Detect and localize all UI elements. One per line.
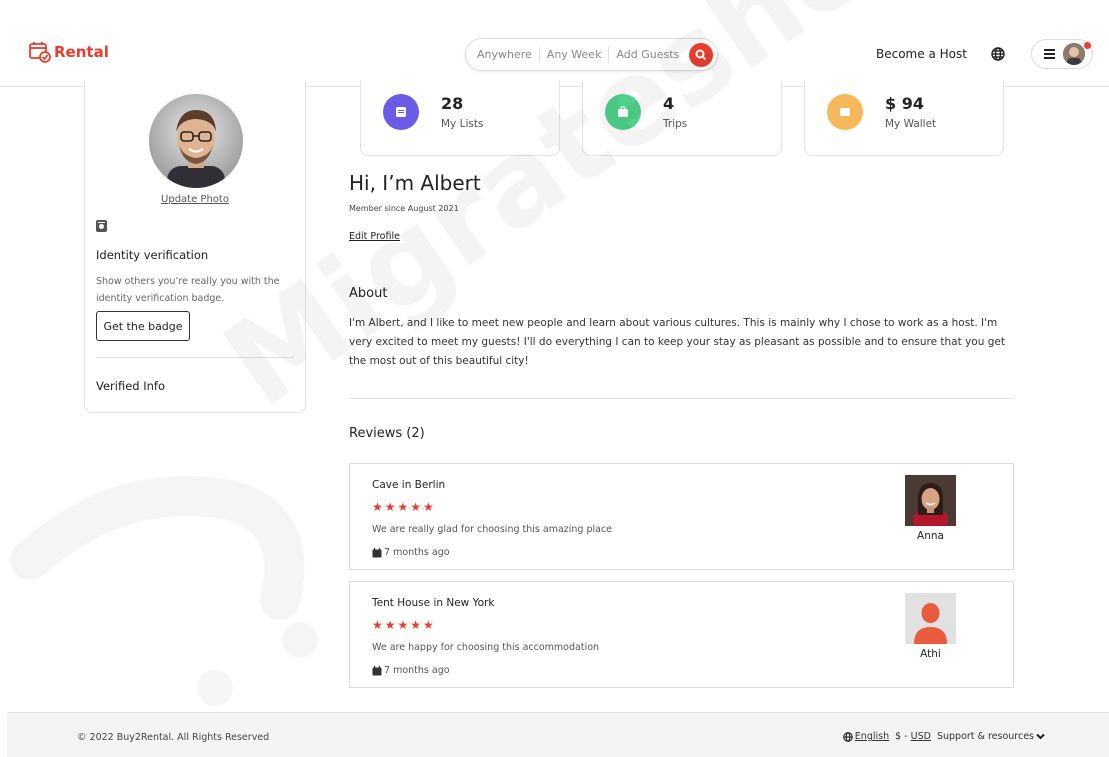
stat-card-lists[interactable]: 28 My Lists	[360, 80, 560, 156]
copyright: © 2022 Buy2Rental. All Rights Reserved	[77, 732, 270, 743]
support-resources-link[interactable]: Support & resources	[937, 731, 1045, 742]
currency-selector[interactable]: $ - USD	[895, 731, 931, 742]
calendar-icon	[372, 665, 382, 675]
update-photo-link[interactable]: Update Photo	[85, 194, 305, 205]
calendar-check-icon	[29, 42, 51, 63]
currency-symbol: $ -	[895, 731, 908, 742]
identity-verification-title: Identity verification	[96, 248, 209, 262]
divider	[349, 398, 1014, 399]
review-place[interactable]: Cave in Berlin	[372, 479, 445, 491]
stat-value-lists: 28	[441, 94, 464, 113]
stat-card-trips[interactable]: 4 Trips	[582, 80, 782, 156]
stat-card-wallet[interactable]: $ 94 My Wallet	[804, 80, 1004, 156]
review-text: We are happy for choosing this accommoda…	[372, 642, 600, 653]
profile-sidebar: Update Photo Identity verification Show …	[84, 80, 306, 413]
search-bar[interactable]: Anywhere Any Week Add Guests	[465, 38, 718, 71]
reviews-title: Reviews (2)	[349, 426, 425, 441]
identity-verification-desc: Show others you’re really you with the i…	[96, 276, 280, 304]
default-user-icon	[905, 593, 956, 644]
language-label: English	[854, 731, 890, 742]
divider	[96, 357, 294, 358]
review-text: We are really glad for choosing this ama…	[372, 524, 613, 535]
profile-photo	[149, 94, 243, 188]
search-icon	[695, 49, 707, 61]
footer: © 2022 Buy2Rental. All Rights Reserved E…	[7, 712, 1109, 757]
wallet-icon	[827, 94, 863, 130]
support-label: Support & resources	[936, 731, 1034, 742]
verified-info-title: Verified Info	[96, 379, 166, 393]
top-navbar: Rental Anywhere Any Week Add Guests Beco…	[0, 0, 1109, 87]
search-location[interactable]: Anywhere	[477, 46, 540, 63]
review-time-text: 7 months ago	[384, 665, 450, 676]
globe-icon	[842, 731, 853, 742]
review-time: 7 months ago	[372, 547, 450, 558]
star-rating: ★★★★★	[372, 500, 436, 514]
shield-icon	[96, 220, 107, 235]
user-menu-button[interactable]	[1031, 39, 1093, 69]
stat-label-lists: My Lists	[441, 118, 484, 130]
become-host-link[interactable]: Become a Host	[876, 47, 967, 61]
stat-label-trips: Trips	[663, 118, 688, 130]
member-since: Member since August 2021	[349, 204, 459, 213]
hamburger-icon	[1044, 49, 1055, 59]
review-place[interactable]: Tent House in New York	[372, 597, 494, 609]
list-icon	[383, 94, 419, 130]
reviewer-name: Anna	[917, 530, 944, 542]
search-guests[interactable]: Add Guests	[609, 47, 686, 63]
review-card: Tent House in New York ★★★★★ We are happ…	[349, 581, 1014, 688]
review-card: Cave in Berlin ★★★★★ We are really glad …	[349, 463, 1014, 570]
stat-value-wallet: $ 94	[885, 94, 924, 113]
page-title: Hi, I’m Albert	[349, 171, 481, 195]
get-badge-button[interactable]: Get the badge	[96, 311, 190, 341]
footer-links: English $ - USD Support & resources	[842, 731, 1045, 742]
reviewer-photo	[905, 475, 956, 526]
search-week[interactable]: Any Week	[540, 46, 610, 63]
chevron-down-icon	[1036, 733, 1045, 740]
stat-label-wallet: My Wallet	[885, 118, 937, 130]
reviewer-name: Athi	[920, 648, 941, 660]
stat-value-trips: 4	[663, 94, 675, 113]
avatar	[1063, 43, 1085, 65]
logo-text: Rental	[54, 43, 109, 61]
star-rating: ★★★★★	[372, 618, 436, 632]
calendar-icon	[372, 547, 382, 557]
globe-icon[interactable]	[991, 47, 1005, 64]
edit-profile-link[interactable]: Edit Profile	[349, 231, 400, 242]
logo[interactable]: Rental	[28, 40, 109, 64]
about-title: About	[349, 286, 388, 301]
search-button[interactable]	[689, 43, 713, 67]
notification-dot	[1084, 42, 1091, 49]
review-time: 7 months ago	[372, 665, 450, 676]
review-time-text: 7 months ago	[384, 547, 450, 558]
about-text: I'm Albert, and I like to meet new peopl…	[349, 317, 1005, 367]
suitcase-icon	[605, 94, 641, 130]
language-selector[interactable]: English	[842, 731, 890, 742]
currency-label: USD	[910, 731, 931, 742]
